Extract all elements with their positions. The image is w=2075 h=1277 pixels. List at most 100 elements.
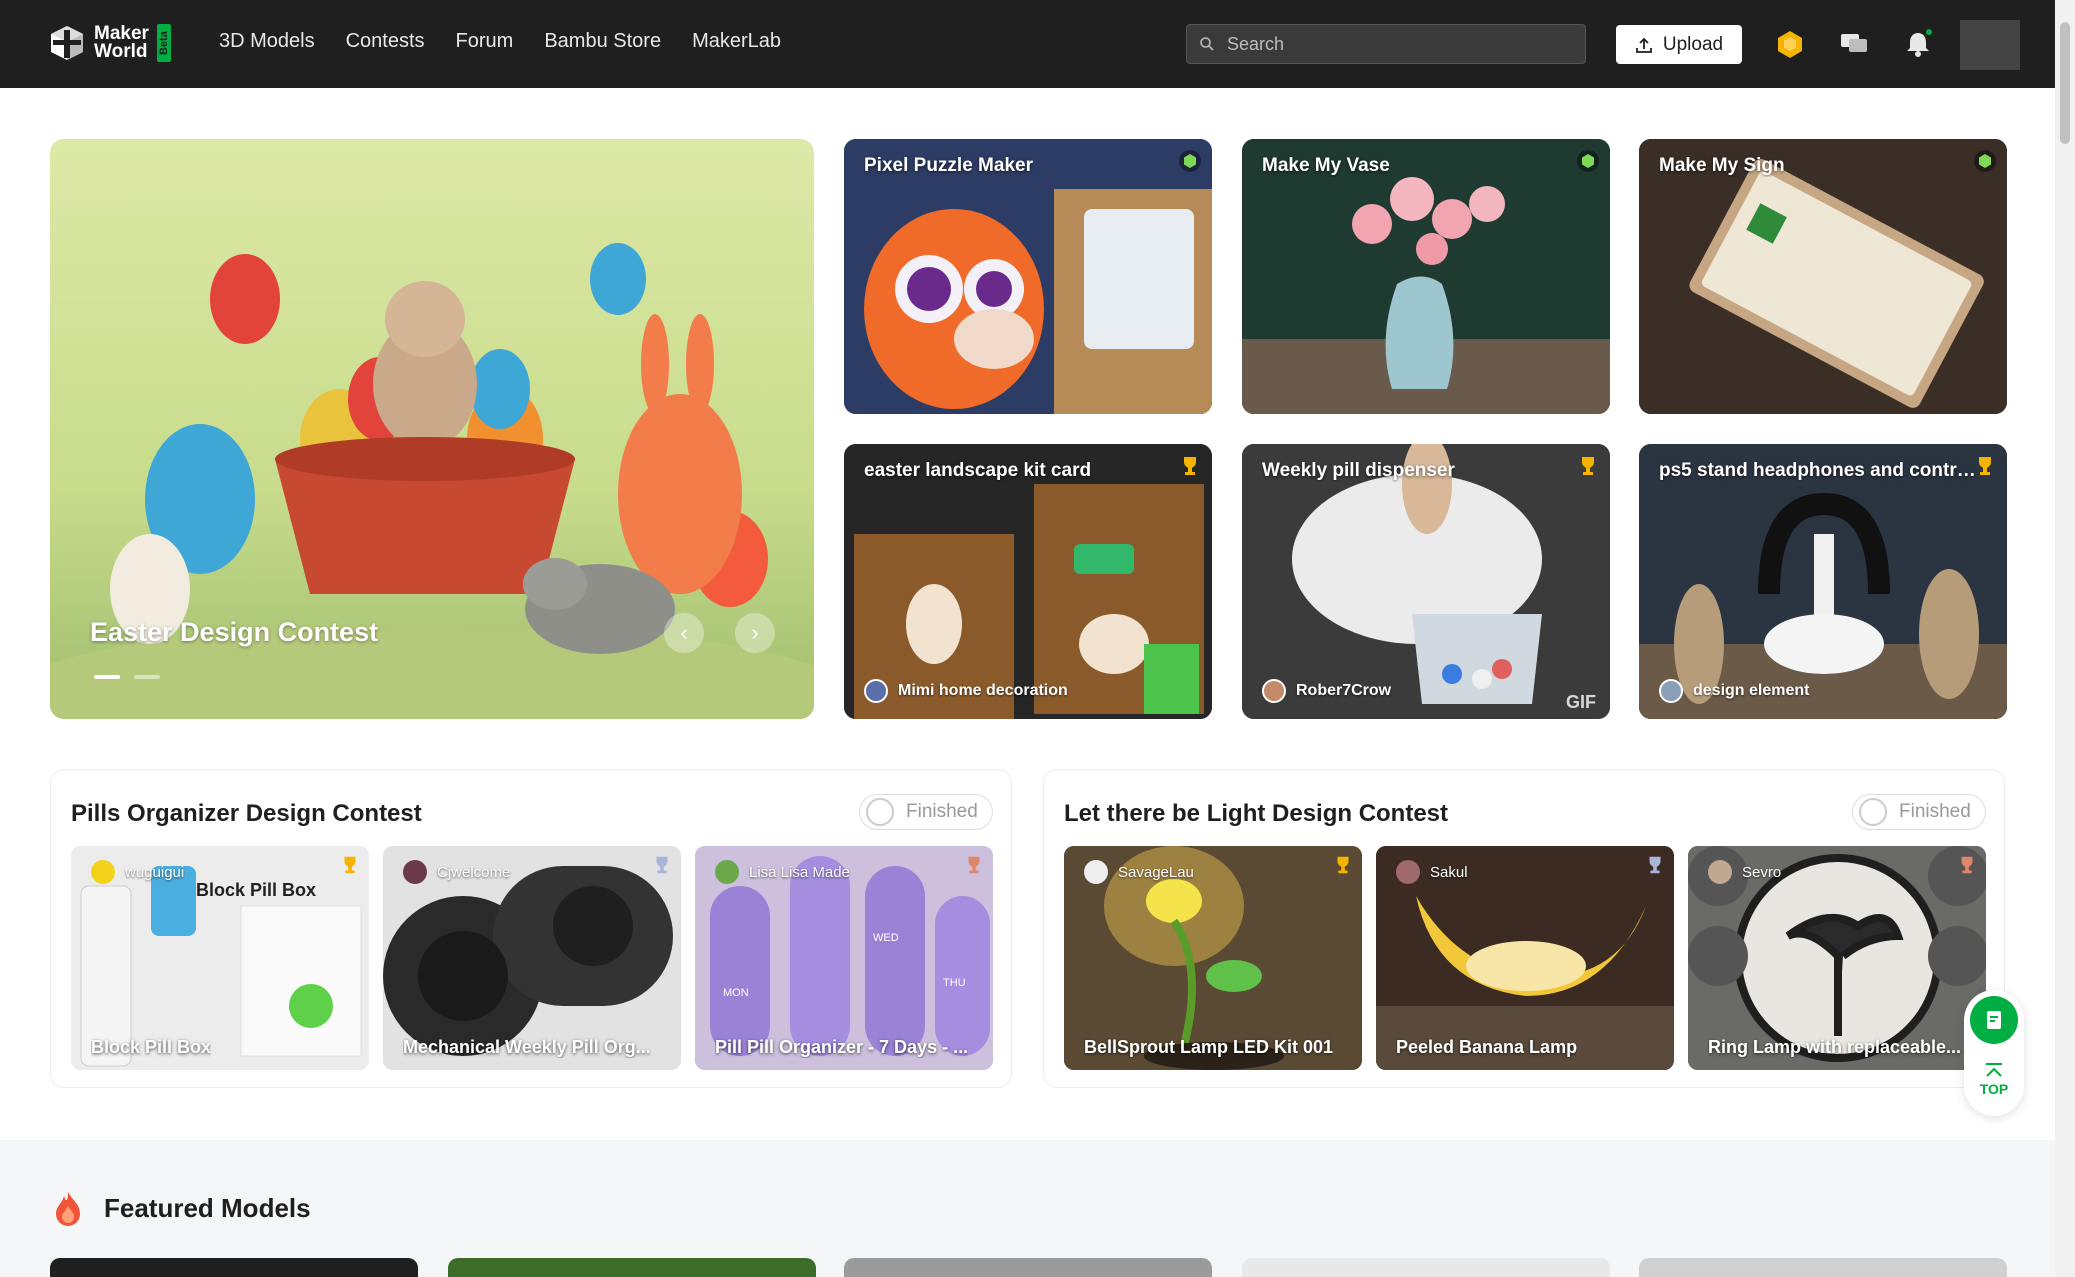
tile-make-my-vase[interactable]: Make My Vase bbox=[1242, 139, 1610, 414]
upload-label: Upload bbox=[1662, 33, 1724, 55]
page-scrollbar[interactable] bbox=[2055, 0, 2075, 1277]
author-name: wuguigui bbox=[125, 863, 185, 881]
search-icon bbox=[1200, 37, 1214, 51]
notifications-bell-icon[interactable] bbox=[1902, 28, 1934, 60]
contest-status: Finished bbox=[1899, 801, 1971, 822]
tile-author[interactable]: Mimi home decoration bbox=[864, 679, 1068, 703]
featured-models-title: Featured Models bbox=[104, 1192, 311, 1223]
card-title: Mechanical Weekly Pill Org... bbox=[403, 1037, 651, 1057]
sign-image bbox=[1639, 139, 2007, 414]
tile-title: Pixel Puzzle Maker bbox=[864, 155, 1033, 176]
hero-title[interactable]: Easter Design Contest bbox=[90, 617, 378, 648]
tile-title: Weekly pill dispenser bbox=[1262, 460, 1455, 481]
makerworld-logo[interactable]: Maker World Beta bbox=[48, 24, 171, 62]
featured-card[interactable] bbox=[1242, 1258, 1610, 1277]
tile-author[interactable]: design element bbox=[1659, 679, 1809, 703]
feedback-button[interactable] bbox=[1970, 996, 2018, 1044]
vase-image bbox=[1242, 139, 1610, 414]
image-text: THU bbox=[943, 977, 966, 989]
card-title: Ring Lamp with replaceable... bbox=[1708, 1037, 1962, 1057]
contest-card[interactable]: Sevro Ring Lamp with replaceable... bbox=[1688, 846, 1986, 1070]
menu-item-makerlab[interactable]: MakerLab bbox=[692, 30, 781, 53]
author-name: Sakul bbox=[1430, 863, 1468, 881]
ps5-stand-image bbox=[1639, 444, 2007, 719]
tile-title: ps5 stand headphones and contro... bbox=[1659, 460, 1979, 481]
tile-make-my-sign[interactable]: Make My Sign bbox=[1639, 139, 2007, 414]
tile-weekly-pill-dispenser[interactable]: Weekly pill dispenser Rober7Crow GIF bbox=[1242, 444, 1610, 719]
author-name: Mimi home decoration bbox=[898, 682, 1068, 699]
featured-card[interactable] bbox=[50, 1258, 418, 1277]
carousel-dot[interactable] bbox=[94, 675, 120, 679]
contest-card[interactable]: Block Pill Box wuguigui Block Pill Box bbox=[71, 846, 369, 1070]
contest-card[interactable]: MON WED THU Lisa Lisa Made Pill Pill Org… bbox=[695, 846, 993, 1070]
top-label: TOP bbox=[1979, 1081, 2009, 1097]
author-name: Rober7Crow bbox=[1296, 682, 1392, 699]
tile-author[interactable]: Rober7Crow bbox=[1262, 679, 1391, 703]
floating-actions: TOP bbox=[1964, 990, 2024, 1116]
tile-title: Make My Sign bbox=[1659, 155, 1785, 176]
author-avatar bbox=[91, 860, 115, 884]
trophy-icon bbox=[1582, 457, 1594, 475]
menu-item-contests[interactable]: Contests bbox=[346, 30, 425, 53]
card-author[interactable]: Cjwelcome bbox=[403, 860, 510, 884]
trophy-silver-icon bbox=[1649, 856, 1661, 874]
scrollbar-thumb[interactable] bbox=[2060, 22, 2070, 144]
contest-panel-let-there-be-light: Let there be Light Design Contest Finish… bbox=[1043, 769, 2005, 1088]
contest-card[interactable]: SavageLau BellSprout Lamp LED Kit 001 bbox=[1064, 846, 1362, 1070]
fire-icon bbox=[56, 1192, 80, 1226]
hero-carousel[interactable]: Easter Design Contest ‹ › bbox=[50, 139, 814, 719]
card-title: Block Pill Box bbox=[91, 1037, 212, 1057]
contest-card[interactable]: Sakul Peeled Banana Lamp bbox=[1376, 846, 1674, 1070]
tile-easter-landscape-kit-card[interactable]: easter landscape kit card Mimi home deco… bbox=[844, 444, 1212, 719]
carousel-dots bbox=[94, 675, 160, 679]
search-placeholder: Search bbox=[1227, 33, 1285, 54]
stopwatch-icon bbox=[1859, 798, 1887, 826]
trophy-bronze-icon bbox=[1961, 856, 1973, 874]
carousel-prev-button[interactable]: ‹ bbox=[664, 613, 704, 653]
contest-status-badge: Finished bbox=[1852, 794, 1986, 830]
trophy-icon bbox=[1184, 457, 1196, 475]
arrow-up-icon bbox=[1986, 1063, 2002, 1077]
tile-title: easter landscape kit card bbox=[864, 460, 1092, 481]
featured-card[interactable] bbox=[448, 1258, 816, 1277]
search-input[interactable]: Search bbox=[1186, 24, 1586, 64]
trophy-gold-icon bbox=[1337, 856, 1349, 874]
featured-card[interactable] bbox=[844, 1258, 1212, 1277]
card-author[interactable]: SavageLau bbox=[1084, 860, 1194, 884]
author-avatar bbox=[715, 860, 739, 884]
carousel-dot[interactable] bbox=[134, 675, 160, 679]
trophy-gold-icon bbox=[344, 856, 356, 874]
card-author[interactable]: Lisa Lisa Made bbox=[715, 860, 850, 884]
beta-badge: Beta bbox=[156, 24, 171, 62]
author-name: Sevro bbox=[1742, 863, 1782, 881]
contest-card[interactable]: Cjwelcome Mechanical Weekly Pill Org... bbox=[383, 846, 681, 1070]
makerlab-icon bbox=[1577, 150, 1599, 172]
contest-title[interactable]: Pills Organizer Design Contest bbox=[71, 800, 422, 828]
card-author[interactable]: Sakul bbox=[1396, 860, 1468, 884]
back-to-top-button[interactable]: TOP bbox=[1964, 1062, 2024, 1097]
author-avatar bbox=[403, 860, 427, 884]
contest-title[interactable]: Let there be Light Design Contest bbox=[1064, 800, 1448, 828]
image-text: MON bbox=[723, 987, 749, 999]
makerlab-icon bbox=[1974, 150, 1996, 172]
card-author[interactable]: wuguigui bbox=[91, 860, 184, 884]
edit-document-icon bbox=[1987, 1011, 2001, 1029]
menu-item-3d-models[interactable]: 3D Models bbox=[219, 30, 315, 53]
author-avatar bbox=[1396, 860, 1420, 884]
logo-text: Maker World bbox=[94, 23, 149, 62]
menu-item-bambu-store[interactable]: Bambu Store bbox=[544, 30, 661, 53]
points-coin-icon[interactable] bbox=[1774, 28, 1806, 60]
user-avatar[interactable] bbox=[1960, 20, 2020, 70]
messages-icon[interactable] bbox=[1838, 28, 1870, 60]
top-navbar: Maker World Beta 3D Models Contests Foru… bbox=[0, 0, 2055, 88]
carousel-next-button[interactable]: › bbox=[735, 613, 775, 653]
tile-pixel-puzzle-maker[interactable]: Pixel Puzzle Maker bbox=[844, 139, 1212, 414]
featured-card[interactable] bbox=[1639, 1258, 2007, 1277]
author-name: SavageLau bbox=[1118, 863, 1194, 881]
tile-ps5-stand[interactable]: ps5 stand headphones and contro... desig… bbox=[1639, 444, 2007, 719]
upload-button[interactable]: Upload bbox=[1616, 25, 1742, 64]
card-author[interactable]: Sevro bbox=[1708, 860, 1781, 884]
menu-item-forum[interactable]: Forum bbox=[456, 30, 514, 53]
image-text: Block Pill Box bbox=[196, 880, 316, 900]
card-title: Peeled Banana Lamp bbox=[1396, 1037, 1578, 1057]
